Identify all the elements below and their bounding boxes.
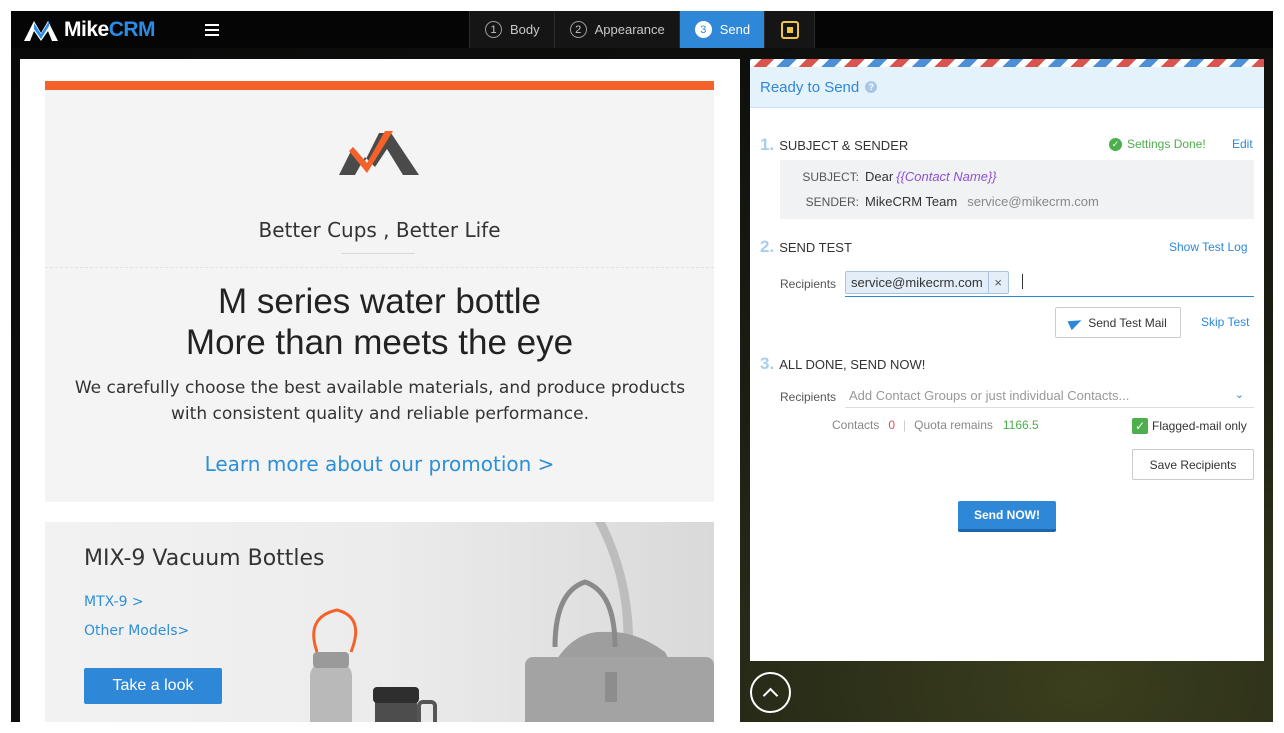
flagged-mail-label: Flagged-mail only [1152, 419, 1247, 433]
step-label: Send [719, 22, 751, 37]
quota-label: Quota remains [914, 418, 993, 432]
hamburger-menu-icon[interactable] [205, 24, 219, 36]
ready-title: Ready to Send [760, 78, 860, 96]
section-send-now: 3. ALL DONE, SEND NOW! [760, 354, 925, 374]
sender-label: SENDER: [805, 194, 859, 209]
edit-link[interactable]: Edit [1232, 137, 1253, 151]
product-link-other-models[interactable]: Other Models> [84, 623, 189, 639]
subject-sender-summary: SUBJECT: Dear {{Contact Name}} SENDER: M… [780, 160, 1254, 219]
top-bar: MikeCRM 1 Body 2 Appearance 3 Send [11, 11, 1273, 48]
help-icon[interactable]: ? [865, 81, 878, 93]
chevron-down-icon: ⌄ [1234, 389, 1244, 401]
recipient-tag: service@mikecrm.com × [845, 271, 1009, 294]
tab-body[interactable]: 1 Body [470, 11, 555, 48]
brand-mark-icon [339, 131, 419, 175]
panel-header: Ready to Send ? [750, 67, 1264, 108]
show-test-log-link[interactable]: Show Test Log [1169, 240, 1248, 254]
promotion-link[interactable]: Learn more about our promotion > [45, 452, 714, 476]
take-a-look-button[interactable]: Take a look [84, 668, 222, 704]
tab-appearance[interactable]: 2 Appearance [555, 11, 680, 48]
step-label: Appearance [594, 22, 665, 37]
settings-done-text: Settings Done! [1127, 137, 1206, 151]
step-number: 3 [694, 21, 712, 38]
subject-row: SUBJECT: Dear {{Contact Name}} [780, 169, 997, 184]
email-top-bar [45, 81, 714, 90]
recipients-label: Recipients [780, 390, 837, 404]
section-title: SEND TEST [779, 240, 852, 255]
save-recipients-button[interactable]: Save Recipients [1132, 449, 1254, 480]
airmail-border [750, 59, 1264, 67]
sender-email: service@mikecrm.com [967, 194, 1099, 209]
subject-label: SUBJECT: [802, 169, 859, 184]
subject-text: Dear [865, 169, 894, 184]
recipients-select[interactable]: Add Contact Groups or just individual Co… [845, 384, 1254, 408]
test-recipients-input[interactable]: service@mikecrm.com × [845, 270, 1254, 297]
email-content: Better Cups , Better Life M series water… [45, 81, 714, 722]
sender-row: SENDER: MikeCRM Team service@mikecrm.com [780, 194, 1099, 209]
step-number: 1 [485, 21, 502, 38]
logo-text: MikeCRM [64, 18, 156, 41]
settings-done-status: ✓ Settings Done! [1109, 137, 1206, 151]
tagline-divider [341, 253, 415, 254]
tab-send[interactable]: 3 Send [679, 11, 766, 48]
step-number: 2 [569, 21, 587, 38]
product-banner: MIX-9 Vacuum Bottles MTX-9 > Other Model… [45, 522, 714, 722]
contacts-count: 0 [888, 418, 896, 432]
sender-name: MikeCRM Team [865, 194, 958, 209]
section-title: SUBJECT & SENDER [779, 138, 909, 153]
quota-value: 1166.5 [1002, 418, 1039, 432]
app-window: MikeCRM 1 Body 2 Appearance 3 Send Bette… [11, 11, 1273, 722]
recipients-placeholder: Add Contact Groups or just individual Co… [849, 388, 1130, 403]
skip-test-link[interactable]: Skip Test [1201, 315, 1249, 329]
mikecrm-logo-icon [24, 21, 58, 41]
send-test-mail-label: Send Test Mail [1088, 315, 1167, 330]
recipient-tag-text: service@mikecrm.com [851, 275, 983, 290]
send-panel: Ready to Send ? 1. SUBJECT & SENDER ✓ Se… [750, 59, 1264, 661]
remove-recipient-icon[interactable]: × [987, 272, 1008, 293]
app-logo[interactable]: MikeCRM [22, 17, 156, 43]
stats-separator: | [903, 418, 907, 432]
section-send-test: 2. SEND TEST [760, 237, 852, 257]
step-tabs: 1 Body 2 Appearance 3 Send [469, 11, 816, 48]
hero-divider [45, 267, 714, 268]
text-cursor [1022, 274, 1023, 289]
subject-variable: {{Contact Name}} [896, 169, 997, 184]
preview-button[interactable] [765, 11, 816, 48]
paper-plane-icon [1067, 315, 1084, 330]
send-test-mail-button[interactable]: Send Test Mail [1055, 307, 1181, 338]
product-link-mtx9[interactable]: MTX-9 > [84, 594, 144, 610]
email-headline: M series water bottle More than meets th… [45, 281, 714, 363]
section-number: 2. [760, 237, 775, 256]
step-label: Body [510, 22, 540, 37]
section-number: 1. [760, 135, 775, 154]
section-subject-sender: 1. SUBJECT & SENDER [760, 135, 908, 155]
scroll-to-top-button[interactable] [750, 672, 791, 713]
email-tagline: Better Cups , Better Life [258, 218, 501, 242]
contacts-label: Contacts [832, 418, 880, 432]
check-circle-icon: ✓ [1109, 137, 1122, 151]
checkbox-checked-icon: ✓ [1132, 418, 1148, 434]
recipient-stats: Contacts 0 | Quota remains 1166.5 [832, 418, 1039, 432]
send-now-button[interactable]: Send NOW! [958, 501, 1056, 532]
preview-icon [780, 20, 799, 39]
headline-line-1: M series water bottle [218, 282, 541, 321]
email-subcopy: We carefully choose the best available m… [74, 378, 686, 424]
product-title: MIX-9 Vacuum Bottles [84, 546, 325, 571]
section-title: ALL DONE, SEND NOW! [779, 357, 926, 372]
chevron-up-icon [762, 687, 779, 703]
email-preview: Better Cups , Better Life M series water… [20, 59, 740, 722]
headline-line-2: More than meets the eye [185, 323, 574, 362]
flagged-mail-checkbox[interactable]: ✓ Flagged-mail only [1132, 418, 1247, 434]
section-number: 3. [760, 354, 775, 373]
test-recipients-label: Recipients [780, 277, 837, 291]
email-hero: Better Cups , Better Life M series water… [45, 90, 714, 502]
